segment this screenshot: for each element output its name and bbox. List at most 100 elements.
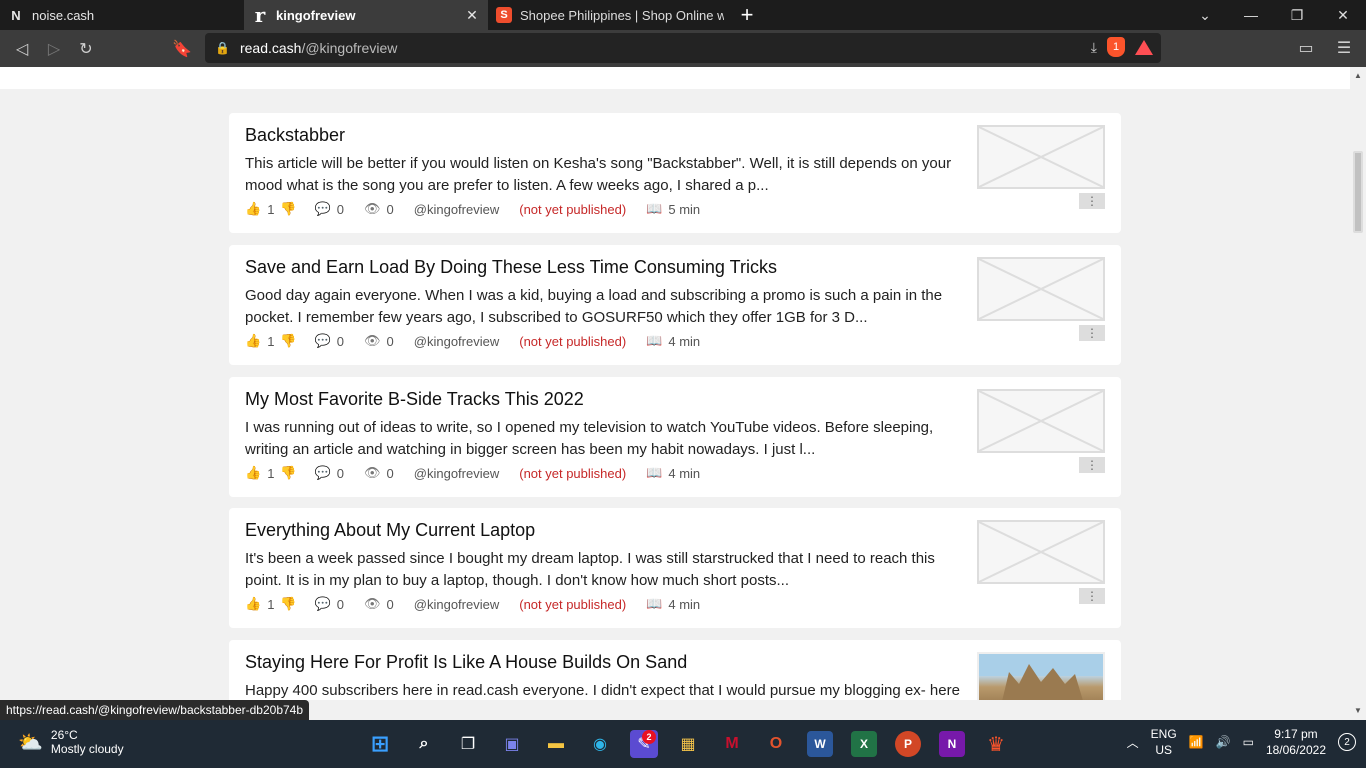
article-title[interactable]: Save and Earn Load By Doing These Less T… bbox=[245, 257, 777, 278]
brave-browser-icon[interactable]: ♛ bbox=[978, 726, 1014, 762]
tab-shopee[interactable]: S Shopee Philippines | Shop Online with bbox=[488, 0, 732, 30]
excel-icon[interactable]: X bbox=[851, 731, 877, 757]
comment-count: 0 bbox=[336, 596, 345, 612]
downvote-icon[interactable]: 👎 bbox=[280, 201, 296, 217]
tab-noise-cash[interactable]: N noise.cash bbox=[0, 0, 244, 30]
downvote-icon[interactable]: 👎 bbox=[280, 596, 296, 612]
tray-chevron-up-icon[interactable]: ︿ bbox=[1127, 734, 1139, 751]
scroll-down-icon[interactable]: ▼ bbox=[1354, 706, 1362, 715]
start-icon[interactable]: ⊞ bbox=[362, 726, 398, 762]
minimize-icon[interactable]: — bbox=[1228, 0, 1274, 30]
article-thumbnail-placeholder[interactable] bbox=[977, 125, 1105, 189]
author-link[interactable]: @kingofreview bbox=[414, 597, 499, 612]
mcafee-icon[interactable]: M bbox=[714, 726, 750, 762]
brave-rewards-icon[interactable] bbox=[1135, 39, 1153, 55]
back-icon[interactable]: ◁ bbox=[6, 33, 38, 65]
url-path: /@kingofreview bbox=[301, 40, 398, 56]
search-icon[interactable]: ⌕ bbox=[406, 726, 442, 762]
file-explorer-icon[interactable]: ▬ bbox=[538, 726, 574, 762]
url-host: read.cash bbox=[239, 40, 302, 56]
article-title[interactable]: My Most Favorite B-Side Tracks This 2022 bbox=[245, 389, 584, 410]
article-card[interactable]: Staying Here For Profit Is Like A House … bbox=[229, 640, 1121, 700]
page-content: Backstabber This article will be better … bbox=[0, 67, 1350, 700]
read-time: 5 min bbox=[668, 201, 701, 217]
author-link[interactable]: @kingofreview bbox=[414, 466, 499, 481]
more-options-icon[interactable]: ⋮ bbox=[1079, 325, 1105, 341]
bookmark-icon[interactable]: 🔖 bbox=[166, 33, 198, 65]
article-meta: 👍 1 👎 💬 0 👁 0 @kingofreview (not yet pub… bbox=[245, 465, 700, 481]
upvote-icon[interactable]: 👍 bbox=[245, 596, 261, 612]
chat-icon[interactable]: ▣ bbox=[494, 726, 530, 762]
article-thumbnail-placeholder[interactable] bbox=[977, 257, 1105, 321]
battery-icon[interactable]: ▭ bbox=[1243, 735, 1254, 749]
task-view-icon[interactable]: ❐ bbox=[450, 726, 486, 762]
store-icon[interactable]: ▦ bbox=[670, 726, 706, 762]
article-excerpt: Happy 400 subscribers here in read.cash … bbox=[245, 682, 960, 699]
shopee-favicon-icon: S bbox=[496, 7, 512, 23]
weather-desc: Mostly cloudy bbox=[50, 742, 124, 756]
upvote-icon[interactable]: 👍 bbox=[245, 201, 261, 217]
powerpoint-icon[interactable]: P bbox=[895, 731, 921, 757]
address-bar-actions: ⤓ 1 bbox=[1091, 37, 1153, 57]
new-tab-icon[interactable]: + bbox=[732, 0, 762, 30]
volume-icon[interactable]: 🔊 bbox=[1216, 735, 1231, 749]
word-icon[interactable]: W bbox=[807, 731, 833, 757]
downvote-icon[interactable]: 👎 bbox=[280, 333, 296, 349]
notifications-icon[interactable]: 2 bbox=[1338, 733, 1356, 751]
install-app-icon[interactable]: ⤓ bbox=[1091, 39, 1097, 56]
restore-icon[interactable]: ❐ bbox=[1274, 0, 1320, 30]
address-bar[interactable]: 🔒 read.cash/@kingofreview ⤓ 1 bbox=[205, 33, 1161, 63]
article-thumbnail-placeholder[interactable] bbox=[977, 389, 1105, 453]
tab-kingofreview[interactable]: r kingofreview ✕ bbox=[244, 0, 488, 30]
edge-icon[interactable]: ◉ bbox=[582, 726, 618, 762]
article-card[interactable]: My Most Favorite B-Side Tracks This 2022… bbox=[229, 377, 1121, 497]
upvote-icon[interactable]: 👍 bbox=[245, 333, 261, 349]
more-options-icon[interactable]: ⋮ bbox=[1079, 457, 1105, 473]
partly-cloudy-icon: ⛅ bbox=[18, 731, 43, 754]
article-thumbnail-sandcastle[interactable] bbox=[977, 652, 1105, 700]
office-icon[interactable]: O bbox=[758, 726, 794, 762]
article-title[interactable]: Everything About My Current Laptop bbox=[245, 520, 535, 541]
article-card[interactable]: Save and Earn Load By Doing These Less T… bbox=[229, 245, 1121, 365]
reload-icon[interactable]: ↻ bbox=[70, 33, 102, 65]
sandcastle-image bbox=[979, 654, 1103, 700]
article-title[interactable]: Staying Here For Profit Is Like A House … bbox=[245, 652, 687, 673]
brave-shields-icon[interactable]: 1 bbox=[1107, 37, 1125, 57]
close-tab-icon[interactable]: ✕ bbox=[464, 7, 480, 24]
publish-status: (not yet published) bbox=[519, 596, 627, 612]
author-link[interactable]: @kingofreview bbox=[414, 202, 499, 217]
tab-title: Shopee Philippines | Shop Online with bbox=[520, 7, 724, 23]
article-meta: 👍 1 👎 💬 0 👁 0 @kingofreview (not yet pub… bbox=[245, 596, 700, 612]
upvote-icon[interactable]: 👍 bbox=[245, 465, 261, 481]
language-indicator[interactable]: ENG US bbox=[1151, 726, 1177, 758]
more-options-icon[interactable]: ⋮ bbox=[1079, 588, 1105, 604]
read-time: 4 min bbox=[668, 333, 701, 349]
read-time-icon: 📖 bbox=[646, 465, 663, 480]
clock[interactable]: 9:17 pm 18/06/2022 bbox=[1266, 726, 1326, 758]
close-window-icon[interactable]: ✕ bbox=[1320, 0, 1366, 30]
tab-bar: N noise.cash r kingofreview ✕ S Shopee P… bbox=[0, 0, 1366, 30]
article-title[interactable]: Backstabber bbox=[245, 125, 345, 146]
more-options-icon[interactable]: ⋮ bbox=[1079, 193, 1105, 209]
article-card[interactable]: Backstabber This article will be better … bbox=[229, 113, 1121, 233]
wifi-icon[interactable]: 📶 bbox=[1189, 735, 1204, 749]
weather-temp: 26°C bbox=[50, 728, 78, 742]
views-icon: 👁 bbox=[364, 596, 381, 611]
downvote-icon[interactable]: 👎 bbox=[280, 465, 296, 481]
tab-search-chevron-icon[interactable]: ⌄ bbox=[1182, 0, 1228, 30]
menu-icon[interactable]: ☰ bbox=[1328, 32, 1360, 64]
forward-icon[interactable]: ▷ bbox=[38, 33, 70, 65]
photo-editor-icon[interactable]: ✎ 2 bbox=[630, 730, 658, 758]
weather-widget[interactable]: ⛅ 26°C Mostly cloudy bbox=[18, 728, 124, 756]
publish-status: (not yet published) bbox=[519, 201, 627, 217]
scrollbar-thumb[interactable] bbox=[1353, 151, 1363, 233]
navigation-bar: ◁ ▷ ↻ 🔖 🔒 read.cash/@kingofreview ⤓ 1 ▭ … bbox=[0, 30, 1366, 67]
wallet-icon[interactable]: ▭ bbox=[1290, 32, 1322, 64]
scroll-up-icon[interactable]: ▲ bbox=[1354, 71, 1362, 80]
article-card[interactable]: Everything About My Current Laptop It's … bbox=[229, 508, 1121, 628]
onenote-icon[interactable]: N bbox=[939, 731, 965, 757]
article-thumbnail-placeholder[interactable] bbox=[977, 520, 1105, 584]
article-meta: 👍 1 👎 💬 0 👁 0 @kingofreview (not yet pub… bbox=[245, 333, 700, 349]
page-scrollbar[interactable]: ▲ ▼ bbox=[1350, 67, 1366, 717]
author-link[interactable]: @kingofreview bbox=[414, 334, 499, 349]
